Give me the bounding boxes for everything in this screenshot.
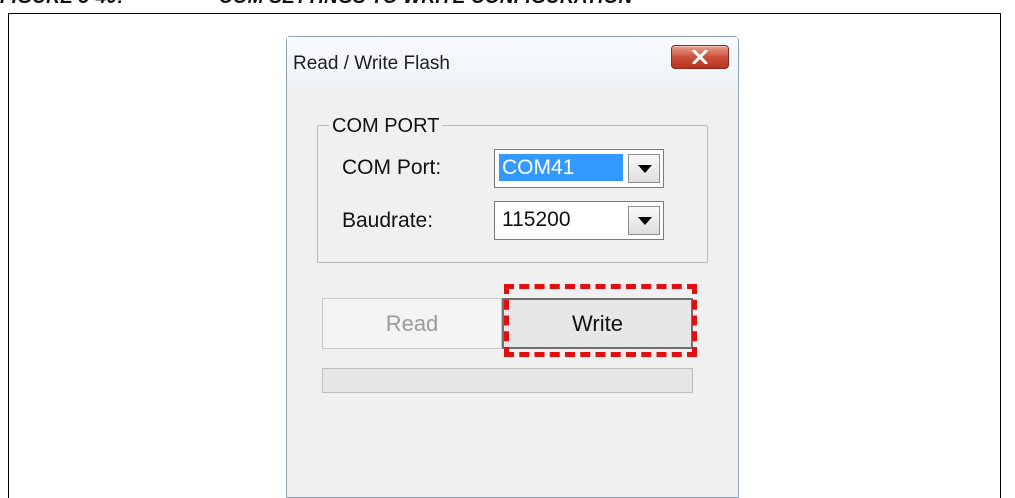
chevron-down-icon (638, 165, 652, 173)
dialog-titlebar[interactable]: Read / Write Flash (287, 37, 738, 89)
write-button-highlight (504, 284, 697, 357)
baudrate-value: 115200 (502, 208, 571, 231)
com-port-label: COM Port: (342, 156, 442, 179)
read-write-flash-dialog: Read / Write Flash COM PORT COM Port: CO… (286, 36, 739, 498)
progress-bar (322, 368, 693, 393)
figure-number: FIGURE 5-40: (0, 0, 124, 8)
groupbox-legend: COM PORT (329, 115, 443, 138)
figure-title: COM SETTINGS TO WRITE CONFIGURATION (219, 0, 633, 8)
baudrate-select[interactable]: 115200 (494, 201, 664, 240)
read-button[interactable]: Read (322, 298, 502, 349)
figure-caption: FIGURE 5-40: COM SETTINGS TO WRITE CONFIG… (0, 0, 633, 11)
close-button[interactable] (671, 45, 729, 69)
com-port-dropdown-button[interactable] (628, 154, 660, 183)
baudrate-label: Baudrate: (342, 209, 434, 232)
dialog-title: Read / Write Flash (293, 53, 450, 74)
com-port-groupbox (317, 125, 708, 263)
close-x-icon (692, 50, 708, 64)
baudrate-dropdown-button[interactable] (628, 206, 660, 235)
com-port-value: COM41 (499, 154, 623, 181)
com-port-select[interactable]: COM41 (494, 149, 664, 188)
chevron-down-icon (638, 217, 652, 225)
